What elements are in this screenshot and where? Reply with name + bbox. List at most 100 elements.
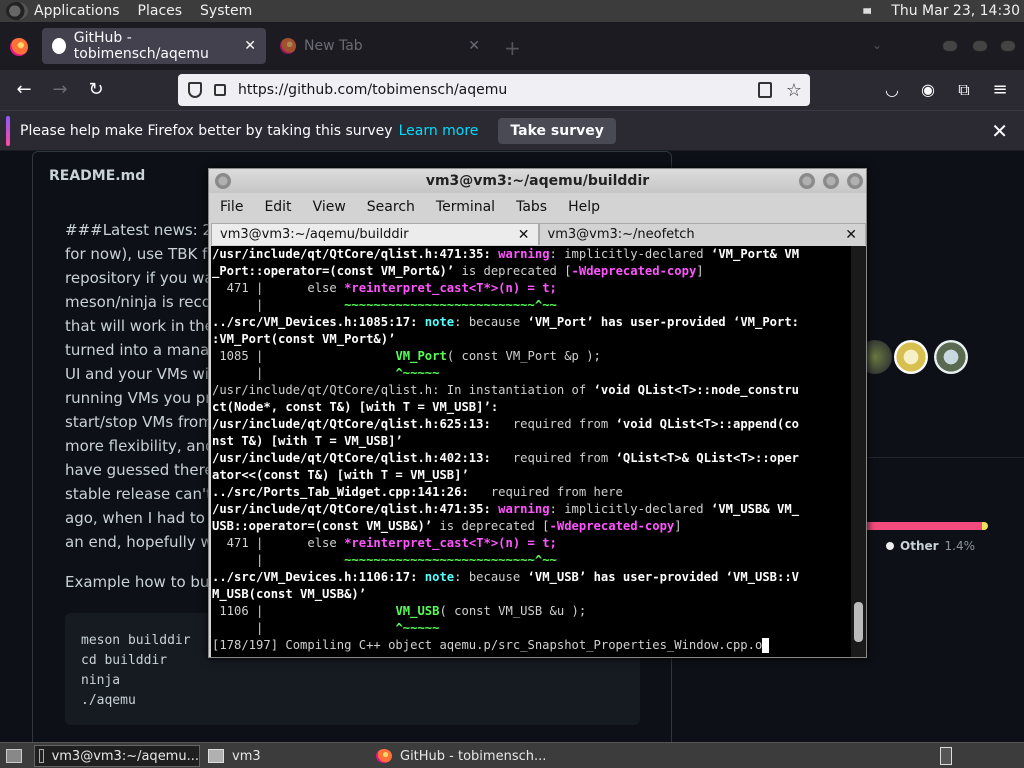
hamburger-menu-icon[interactable]: ≡ xyxy=(988,78,1012,102)
taskbar-item-vm3[interactable]: vm3 xyxy=(204,745,364,767)
close-tab-icon[interactable]: ✕ xyxy=(845,227,857,243)
account-icon[interactable]: ◉ xyxy=(916,78,940,102)
taskbar-label: GitHub - tobimensch... xyxy=(400,748,547,764)
terminal-segment: ../src/VM_Devices.h:1106:17: xyxy=(212,570,425,584)
terminal-segment: 471 | else xyxy=(212,281,345,295)
terminal-tab-neofetch[interactable]: vm3@vm3:~/neofetch ✕ xyxy=(538,223,866,245)
extensions-icon[interactable]: ⧉ xyxy=(952,78,976,102)
reload-icon[interactable]: ↻ xyxy=(84,78,108,102)
language-other[interactable]: Other 1.4% xyxy=(886,539,975,553)
tab-new-tab[interactable]: New Tab ✕ xyxy=(270,28,490,64)
terminal-title: vm3@vm3:~/aqemu/builddir xyxy=(425,173,650,189)
tab-label: New Tab xyxy=(304,38,363,54)
menu-help[interactable]: Help xyxy=(557,196,610,220)
places-menu[interactable]: Places xyxy=(138,3,183,19)
close-window-button[interactable] xyxy=(847,173,863,189)
terminal-segment: 471 | else xyxy=(212,536,345,550)
menu-terminal[interactable]: Terminal xyxy=(425,196,505,220)
system-menu[interactable]: System xyxy=(200,3,252,19)
close-tab-icon[interactable]: ✕ xyxy=(518,227,530,243)
scrollbar-thumb[interactable] xyxy=(854,602,863,642)
terminal-segment: /usr/include/qt/QtCore/qlist.h: In insta… xyxy=(212,383,594,397)
close-notification-icon[interactable]: ✕ xyxy=(991,119,1008,143)
url-bar[interactable]: https://github.com/tobimensch/aqemu ☆ xyxy=(178,74,810,106)
github-favicon-icon xyxy=(52,38,66,54)
menu-file[interactable]: File xyxy=(209,196,253,220)
url-text[interactable]: https://github.com/tobimensch/aqemu xyxy=(238,82,507,98)
language-other-pct: 1.4% xyxy=(944,539,976,553)
applications-menu[interactable]: Applications xyxy=(34,3,120,19)
terminal-line: 471 | else *reinterpret_cast<T*>(n) = t; xyxy=(212,535,851,552)
maximize-button[interactable] xyxy=(823,173,839,189)
tracking-shield-icon[interactable] xyxy=(188,82,202,98)
take-survey-button[interactable]: Take survey xyxy=(498,117,616,144)
menu-search[interactable]: Search xyxy=(356,196,425,220)
terminal-segment: | xyxy=(212,298,345,312)
terminal-segment: /usr/include/qt/QtCore/qlist.h:402:13: xyxy=(212,451,491,465)
tab-github[interactable]: GitHub - tobimensch/aqemu ✕ xyxy=(42,28,266,64)
back-arrow-icon[interactable]: ← xyxy=(12,78,36,102)
volume-icon[interactable] xyxy=(863,2,878,20)
distro-logo-icon[interactable] xyxy=(6,2,28,20)
terminal-segment: | xyxy=(212,621,396,635)
contributor-avatar[interactable] xyxy=(934,340,968,374)
bookmark-star-icon[interactable]: ☆ xyxy=(786,80,802,101)
terminal-segment: ‘VM_Port’ has user-provided ‘VM_Port: xyxy=(527,315,800,329)
taskbar-item-terminal[interactable]: vm3@vm3:~/aqemu... xyxy=(34,745,200,767)
terminal-line: | ~~~~~~~~~~~~~~~~~~~~~~~~~~^~~ xyxy=(212,552,851,569)
taskbar: vm3@vm3:~/aqemu... vm3 GitHub - tobimens… xyxy=(0,742,1024,768)
minimize-button[interactable] xyxy=(942,40,958,52)
firefox-favicon-icon xyxy=(280,38,296,54)
close-tab-icon[interactable]: ✕ xyxy=(468,38,480,54)
terminal-segment: ../src/VM_Devices.h:1085:17: xyxy=(212,315,425,329)
code-line: ./aqemu xyxy=(81,693,136,708)
terminal-segment: ator<<(const T&) [with T = VM_USB]’ xyxy=(212,468,469,482)
learn-more-link[interactable]: Learn more xyxy=(399,123,479,139)
terminal-segment: is deprecated [ xyxy=(454,264,572,278)
terminal-segment: ( const VM_Port &p ); xyxy=(446,349,601,363)
show-desktop-button[interactable] xyxy=(2,745,30,767)
firefox-icon xyxy=(376,749,392,763)
clock[interactable]: Thu Mar 23, 14:30 xyxy=(891,3,1020,19)
close-window-button[interactable] xyxy=(1000,40,1016,52)
readme-header[interactable]: README.md xyxy=(49,168,145,184)
window-menu-button[interactable] xyxy=(215,173,231,189)
firefox-view-icon[interactable] xyxy=(10,38,28,56)
terminal-line: /usr/include/qt/QtCore/qlist.h: In insta… xyxy=(212,382,851,399)
terminal-scrollbar[interactable] xyxy=(851,246,866,657)
terminal-line: 1085 | VM_Port( const VM_Port &p ); xyxy=(212,348,851,365)
survey-accent xyxy=(6,115,10,146)
terminal-segment: ~~~~~~~~~~~~~~~~~~~~~~~~~~^~~ xyxy=(344,553,557,567)
close-tab-icon[interactable]: ✕ xyxy=(244,38,256,54)
terminal-line: /usr/include/qt/QtCore/qlist.h:625:13: r… xyxy=(212,416,851,433)
terminal-segment: : because xyxy=(454,570,528,584)
maximize-button[interactable] xyxy=(972,40,988,52)
list-tabs-icon[interactable]: ⌄ xyxy=(872,38,882,52)
menu-tabs[interactable]: Tabs xyxy=(505,196,557,220)
menu-view[interactable]: View xyxy=(302,196,356,220)
terminal-line: nst T&) [with T = VM_USB]’ xyxy=(212,433,851,450)
terminal-segment: ‘void QList<T>::node_constru xyxy=(593,383,800,397)
terminal-titlebar[interactable]: vm3@vm3:~/aqemu/builddir xyxy=(209,169,866,193)
reader-view-icon[interactable] xyxy=(757,82,772,98)
contributor-avatar[interactable] xyxy=(894,340,928,374)
workspace-icon xyxy=(940,747,952,765)
forward-arrow-icon[interactable]: → xyxy=(48,78,72,102)
terminal-line: M_USB(const VM_USB&)’ xyxy=(212,586,851,603)
terminal-segment: [178/197] Compiling C++ object aqemu.p/s… xyxy=(212,638,763,652)
new-tab-button[interactable]: + xyxy=(504,36,521,60)
terminal-segment: *reinterpret_cast<T*>(n) = t; xyxy=(344,536,557,550)
pocket-icon[interactable]: ◡ xyxy=(880,78,904,102)
terminal-segment: ‘VM_USB& VM_ xyxy=(710,502,800,516)
terminal-segment: note xyxy=(424,570,455,584)
terminal-output[interactable]: /usr/include/qt/QtCore/qlist.h:471:35: w… xyxy=(211,246,851,657)
terminal-line: ../src/VM_Devices.h:1085:17: note: becau… xyxy=(212,314,851,331)
terminal-tab-builddir[interactable]: vm3@vm3:~/aqemu/builddir ✕ xyxy=(211,223,539,245)
workspace-switcher[interactable] xyxy=(936,745,960,767)
lock-icon[interactable] xyxy=(214,84,226,96)
minimize-button[interactable] xyxy=(799,173,815,189)
taskbar-item-firefox[interactable]: GitHub - tobimensch... xyxy=(372,745,572,767)
terminal-window: vm3@vm3:~/aqemu/builddir File Edit View … xyxy=(208,168,867,658)
menu-edit[interactable]: Edit xyxy=(253,196,301,220)
terminal-menubar: File Edit View Search Terminal Tabs Help xyxy=(209,196,866,220)
